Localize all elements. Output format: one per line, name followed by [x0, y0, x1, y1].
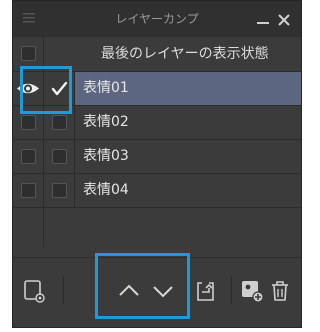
comp-name: 表情02	[83, 114, 129, 130]
comp-row[interactable]: 表情03	[13, 139, 301, 173]
last-layer-state-label: 最後のレイヤーの表示状態	[101, 46, 269, 62]
column-divider	[74, 71, 75, 207]
close-icon[interactable]	[275, 11, 293, 29]
apply-checkbox[interactable]	[44, 174, 74, 207]
empty-list-area[interactable]	[13, 207, 301, 257]
comp-name: 表情04	[83, 182, 129, 198]
comp-row[interactable]: 表情04	[13, 173, 301, 207]
apply-checkbox[interactable]	[44, 140, 74, 173]
checkbox-square	[21, 183, 36, 198]
toolbar-separator	[63, 276, 64, 304]
comp-name-cell[interactable]: 表情02	[75, 106, 301, 139]
trash-icon[interactable]	[267, 278, 293, 304]
visibility-toggle[interactable]	[13, 140, 43, 173]
checkbox-square	[52, 183, 67, 198]
visibility-toggle[interactable]	[13, 174, 43, 207]
update-comp-icon[interactable]	[193, 278, 219, 304]
minimize-icon[interactable]	[255, 11, 271, 27]
comp-name: 表情01	[83, 80, 129, 96]
arrows-highlight-box	[95, 253, 190, 319]
comp-name-cell[interactable]: 表情03	[75, 140, 301, 173]
checkbox-square	[21, 46, 36, 61]
checkbox-square	[52, 115, 67, 130]
checkbox-square	[52, 149, 67, 164]
toolbar-separator	[231, 276, 232, 304]
create-layer-icon[interactable]	[239, 278, 265, 304]
comp-name: 表情03	[83, 148, 129, 164]
comp-name-cell[interactable]: 表情01	[75, 72, 301, 105]
new-comp-icon[interactable]	[21, 278, 47, 304]
comp-name-cell[interactable]: 表情04	[75, 174, 301, 207]
checkbox-square	[21, 115, 36, 130]
panel-titlebar[interactable]: レイヤーカンプ	[13, 1, 301, 37]
checkbox-square	[21, 149, 36, 164]
eye-highlight-box	[20, 66, 72, 114]
